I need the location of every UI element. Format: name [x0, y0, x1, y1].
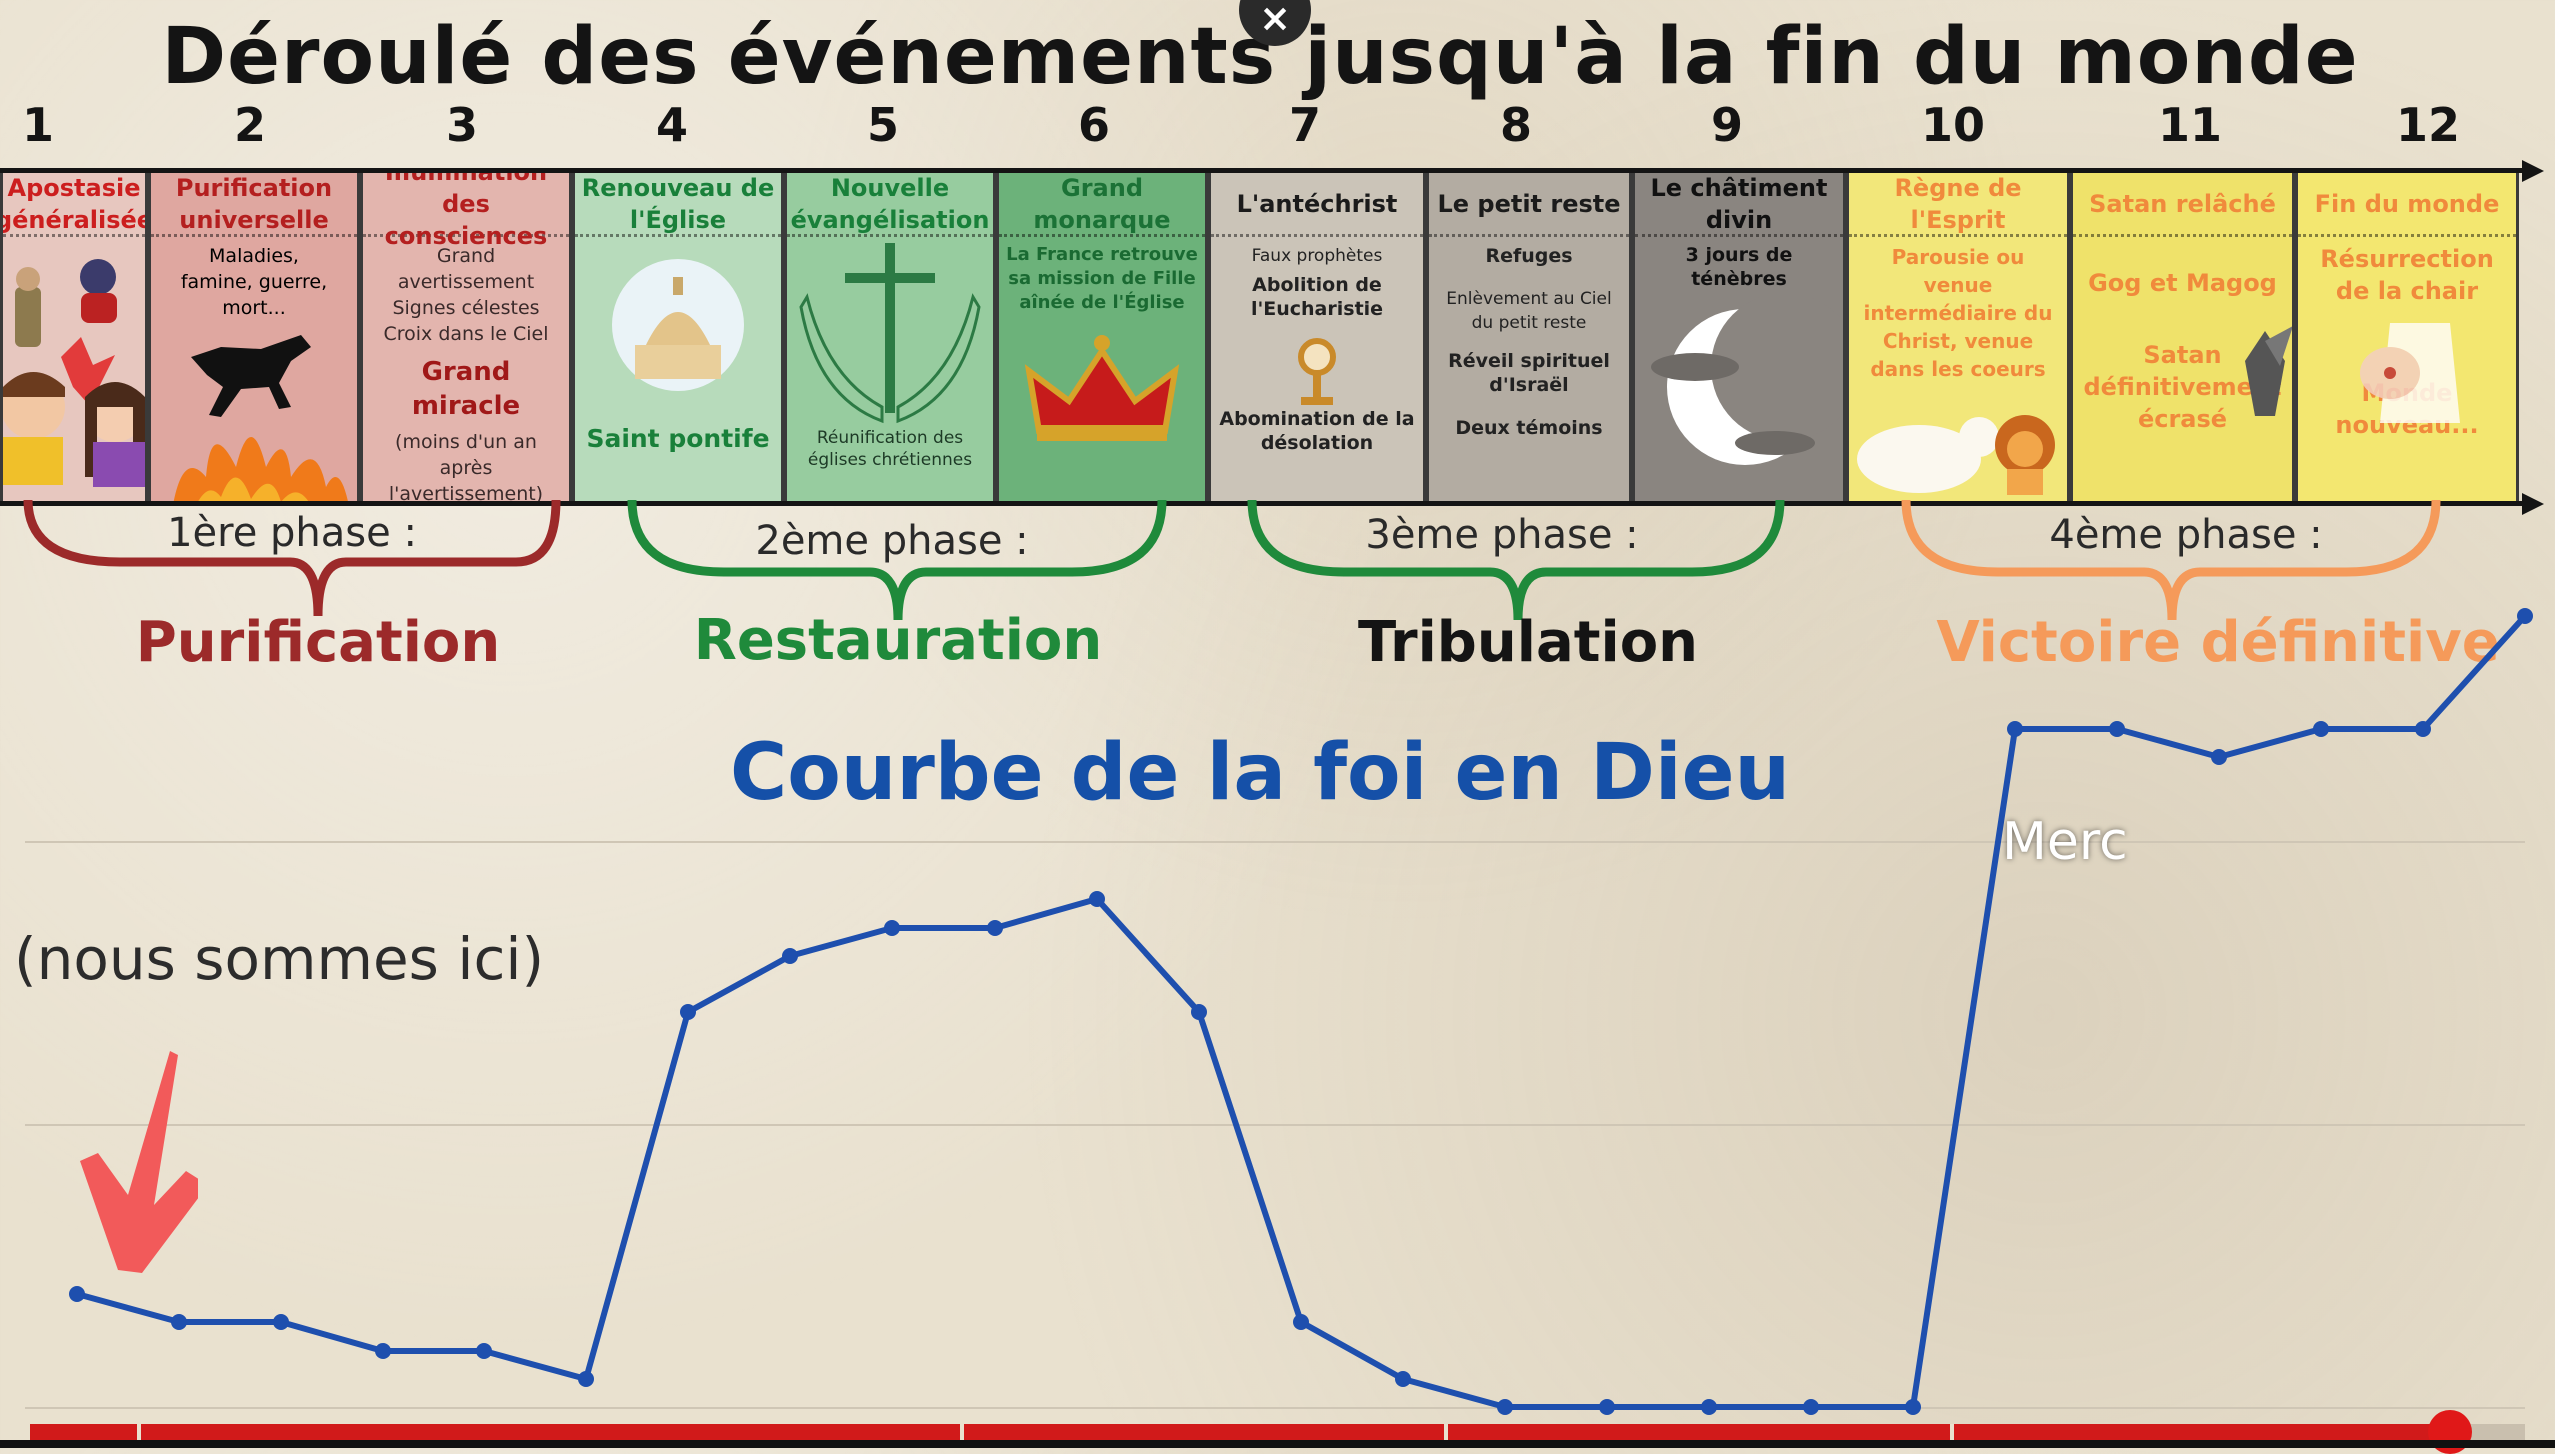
curve-point: [884, 920, 900, 936]
curve-point: [782, 948, 798, 964]
red-arrow-icon: [80, 1051, 198, 1273]
curve-point: [1191, 1004, 1207, 1020]
chapter-marker: [1444, 1424, 1448, 1440]
curve-point: [680, 1004, 696, 1020]
video-progress-fill: [30, 1424, 2451, 1440]
chapter-marker: [960, 1424, 964, 1440]
curve-point: [375, 1343, 391, 1359]
video-progress-bar[interactable]: [30, 1410, 2525, 1454]
curve-point: [1905, 1399, 1921, 1415]
curve-point: [1293, 1314, 1309, 1330]
curve-point: [1599, 1399, 1615, 1415]
faith-curve-line: [76, 613, 2528, 1410]
curve-point: [2007, 721, 2023, 737]
chapter-marker: [137, 1424, 141, 1440]
chapter-marker: [1950, 1424, 1954, 1440]
curve-point: [1803, 1399, 1819, 1415]
curve-point: [2415, 721, 2431, 737]
curve-point: [987, 920, 1003, 936]
curve-point: [1395, 1371, 1411, 1387]
curve-point: [1089, 891, 1105, 907]
curve-point: [2109, 721, 2125, 737]
overlay-text: Merc: [2002, 812, 2128, 872]
curve-point: [69, 1286, 85, 1302]
curve-point: [1497, 1399, 1513, 1415]
curve-point: [2517, 608, 2533, 624]
player-bottom-strip: [0, 1440, 2555, 1448]
faith-curve-points: [69, 608, 2533, 1415]
curve-point: [476, 1343, 492, 1359]
curve-point: [2211, 749, 2227, 765]
curve-point: [2313, 721, 2329, 737]
curve-point: [578, 1371, 594, 1387]
here-label: (nous sommes ici): [14, 925, 545, 993]
faith-curve: [69, 608, 2533, 1415]
curve-point: [1701, 1399, 1717, 1415]
curve-point: [171, 1314, 187, 1330]
curve-point: [273, 1314, 289, 1330]
